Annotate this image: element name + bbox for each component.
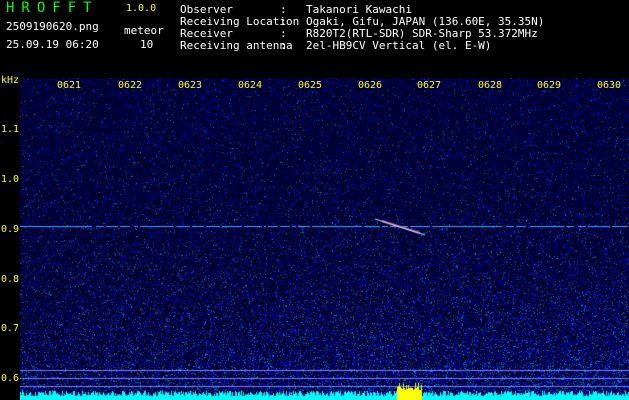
time-label: 0624: [238, 80, 263, 91]
antenna-label: Receiving antenna: [180, 39, 293, 52]
freq-unit-label: kHz: [1, 75, 20, 86]
time-label: 0628: [478, 80, 503, 91]
info-header: HROFFT 1.0.0 2509190620.png meteor 25.09…: [0, 0, 629, 78]
time-label: 0629: [537, 80, 562, 91]
time-label: 0626: [358, 80, 383, 91]
antenna-value: 2el-HB9CV Vertical (el. E-W): [306, 39, 492, 52]
freq-label: 0.9: [1, 224, 20, 235]
time-label: 0630: [597, 80, 622, 91]
time-label: 0627: [417, 80, 442, 91]
freq-label: 1.1: [1, 124, 20, 135]
time-label: 0625: [298, 80, 323, 91]
freq-label: 1.0: [1, 174, 20, 185]
spectrogram: [20, 78, 629, 400]
separator: :: [280, 39, 287, 52]
time-label: 0622: [118, 80, 143, 91]
freq-label: 0.8: [1, 274, 20, 285]
freq-label: 0.6: [1, 373, 20, 384]
app-title: HROFFT: [6, 0, 99, 16]
file-name: 2509190620.png: [6, 20, 99, 33]
time-label: 0621: [57, 80, 82, 91]
mode-label: meteor: [124, 24, 164, 37]
datetime: 25.09.19 06:20: [6, 38, 99, 51]
time-label: 0623: [178, 80, 203, 91]
app-version: 1.0.0: [126, 3, 157, 14]
meteor-count: 10: [140, 38, 154, 51]
freq-label: 0.7: [1, 323, 20, 334]
